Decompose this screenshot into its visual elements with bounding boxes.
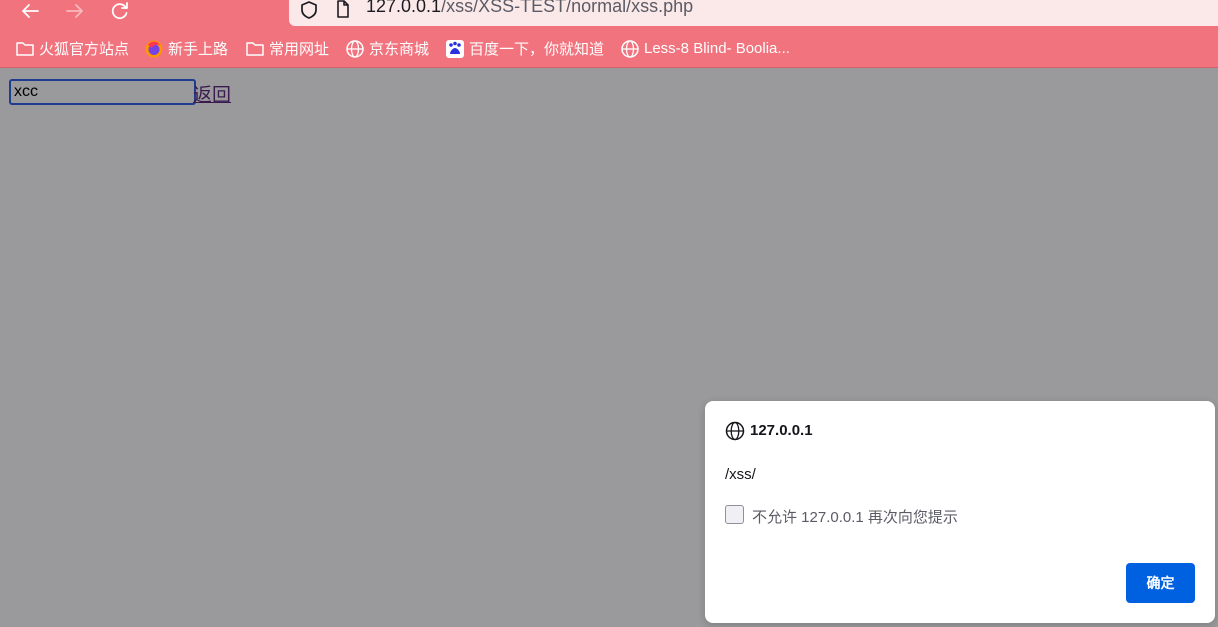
bookmark-label: Less-8 Blind- Boolia... (644, 40, 790, 57)
bookmark-common-sites[interactable]: 常用网址 (245, 30, 329, 67)
bookmark-label: 新手上路 (168, 41, 229, 58)
bookmark-less8[interactable]: Less-8 Blind- Boolia... (620, 30, 790, 67)
url-text[interactable]: 127.0.0.1/xss/XSS-TEST/normal/xss.php (366, 0, 693, 17)
dialog-message: /xss/ (725, 466, 756, 483)
bookmark-label: 百度一下，你就知道 (469, 41, 605, 58)
arrow-right-icon (66, 4, 83, 18)
reload-icon (111, 2, 128, 20)
url-host: 127.0.0.1 (366, 0, 442, 16)
reload-button[interactable] (105, 0, 135, 22)
bookmark-label: 火狐官方站点 (39, 41, 130, 58)
page-icon[interactable] (335, 0, 351, 18)
bookmark-firefox-official[interactable]: 火狐官方站点 (15, 30, 129, 67)
globe-icon (725, 421, 745, 441)
dialog-origin: 127.0.0.1 (750, 422, 813, 439)
forward-button[interactable] (60, 0, 90, 22)
suppress-checkbox[interactable] (725, 505, 744, 524)
back-link[interactable]: 返回 (193, 80, 231, 107)
bookmark-getting-started[interactable]: 新手上路 (144, 30, 228, 67)
text-input[interactable] (9, 79, 196, 105)
bookmarks-bar: 火狐官方站点 新手上路 常用网址 京东商城 百度一下，你就知道 Less-8 B… (0, 30, 1218, 68)
ok-button[interactable]: 确定 (1126, 563, 1195, 603)
folder-icon (15, 39, 35, 59)
alert-dialog: 127.0.0.1 /xss/ 不允许 127.0.0.1 再次向您提示 确定 (705, 401, 1215, 623)
back-button[interactable] (15, 0, 45, 22)
suppress-checkbox-label[interactable]: 不允许 127.0.0.1 再次向您提示 (752, 506, 958, 527)
firefox-icon (144, 39, 164, 59)
bookmark-label: 京东商城 (369, 41, 430, 58)
bookmark-label: 常用网址 (269, 41, 330, 58)
url-path: /xss/XSS-TEST/normal/xss.php (441, 0, 694, 16)
bookmark-jd[interactable]: 京东商城 (345, 30, 429, 67)
browser-toolbar: 127.0.0.1/xss/XSS-TEST/normal/xss.php (0, 0, 1218, 30)
arrow-left-icon (22, 4, 39, 18)
bookmark-baidu[interactable]: 百度一下，你就知道 (445, 30, 604, 67)
folder-icon (245, 39, 265, 59)
baidu-icon (445, 39, 465, 59)
shield-icon[interactable] (299, 0, 319, 20)
globe-icon (620, 39, 640, 59)
globe-icon (345, 39, 365, 59)
url-bar[interactable]: 127.0.0.1/xss/XSS-TEST/normal/xss.php (289, 0, 1218, 26)
